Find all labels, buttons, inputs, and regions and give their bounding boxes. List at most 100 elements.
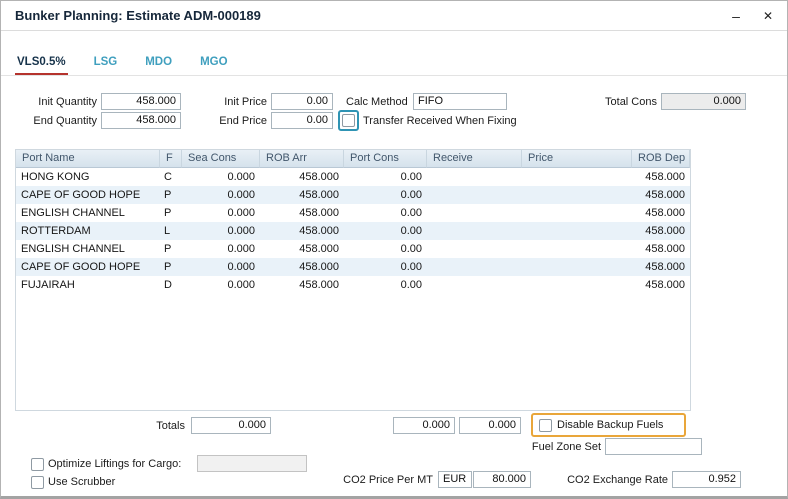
cell-rob-arr: 458.000	[260, 258, 344, 276]
table-row[interactable]: ENGLISH CHANNEL P 0.000 458.000 0.00 458…	[16, 240, 690, 258]
cell-sea-cons: 0.000	[182, 222, 260, 240]
close-icon[interactable]: ✕	[753, 1, 783, 31]
cell-sea-cons: 0.000	[182, 240, 260, 258]
col-header-sea-cons[interactable]: Sea Cons	[182, 150, 260, 168]
total-cons-field: 0.000	[661, 93, 746, 110]
cell-f: P	[160, 186, 182, 204]
cell-port-name: CAPE OF GOOD HOPE	[16, 258, 160, 276]
titlebar: Bunker Planning: Estimate ADM-000189 – ✕	[1, 1, 787, 31]
col-header-port-name[interactable]: Port Name	[16, 150, 160, 168]
calc-method-field[interactable]: FIFO	[413, 93, 507, 110]
col-header-price[interactable]: Price	[522, 150, 632, 168]
totals-label: Totals	[101, 418, 185, 435]
cell-receive	[427, 204, 522, 222]
tab-mdo[interactable]: MDO	[143, 56, 174, 75]
cell-rob-dep: 458.000	[632, 222, 690, 240]
cell-port-name: CAPE OF GOOD HOPE	[16, 186, 160, 204]
table-row[interactable]: ROTTERDAM L 0.000 458.000 0.00 458.000	[16, 222, 690, 240]
cell-f: P	[160, 258, 182, 276]
end-price-field[interactable]: 0.00	[271, 112, 333, 129]
optimize-liftings-checkbox[interactable]	[31, 458, 44, 471]
tabs-divider	[1, 75, 787, 76]
bunker-planning-dialog: Bunker Planning: Estimate ADM-000189 – ✕…	[0, 0, 788, 499]
co2-currency-field[interactable]: EUR	[438, 471, 472, 488]
cell-sea-cons: 0.000	[182, 276, 260, 294]
cell-port-name: ENGLISH CHANNEL	[16, 204, 160, 222]
cell-port-cons: 0.00	[344, 240, 427, 258]
disable-backup-fuels-label: Disable Backup Fuels	[557, 419, 663, 431]
cell-f: P	[160, 240, 182, 258]
init-quantity-label: Init Quantity	[21, 94, 97, 111]
use-scrubber-checkbox[interactable]	[31, 476, 44, 489]
table-row[interactable]: FUJAIRAH D 0.000 458.000 0.00 458.000	[16, 276, 690, 294]
table-row[interactable]: CAPE OF GOOD HOPE P 0.000 458.000 0.00 4…	[16, 186, 690, 204]
cell-f: D	[160, 276, 182, 294]
cell-price	[522, 240, 632, 258]
cell-receive	[427, 222, 522, 240]
col-header-rob-dep[interactable]: ROB Dep	[632, 150, 690, 168]
cell-rob-dep: 458.000	[632, 168, 690, 186]
col-header-receive[interactable]: Receive	[427, 150, 522, 168]
cell-port-cons: 0.00	[344, 204, 427, 222]
cell-rob-arr: 458.000	[260, 240, 344, 258]
co2-exchange-rate-field[interactable]: 0.952	[672, 471, 741, 488]
cell-sea-cons: 0.000	[182, 168, 260, 186]
table-row[interactable]: CAPE OF GOOD HOPE P 0.000 458.000 0.00 4…	[16, 258, 690, 276]
disable-backup-fuels-highlight: Disable Backup Fuels	[531, 413, 686, 437]
cell-f: L	[160, 222, 182, 240]
fuel-zone-set-label: Fuel Zone Set	[501, 439, 601, 456]
cell-port-name: FUJAIRAH	[16, 276, 160, 294]
transfer-received-highlight	[338, 110, 359, 131]
cell-f: P	[160, 204, 182, 222]
fuel-zone-set-field[interactable]	[605, 438, 702, 455]
cell-rob-arr: 458.000	[260, 168, 344, 186]
total-cons-label: Total Cons	[581, 94, 657, 111]
cell-rob-dep: 458.000	[632, 276, 690, 294]
col-header-f[interactable]: F	[160, 150, 182, 168]
fuel-tabs: VLS0.5% LSG MDO MGO	[15, 56, 230, 75]
cell-rob-arr: 458.000	[260, 204, 344, 222]
cell-rob-arr: 458.000	[260, 186, 344, 204]
table-row[interactable]: ENGLISH CHANNEL P 0.000 458.000 0.00 458…	[16, 204, 690, 222]
table-row[interactable]: HONG KONG C 0.000 458.000 0.00 458.000	[16, 168, 690, 186]
cell-sea-cons: 0.000	[182, 186, 260, 204]
cell-sea-cons: 0.000	[182, 258, 260, 276]
cell-receive	[427, 258, 522, 276]
cell-rob-dep: 458.000	[632, 258, 690, 276]
cell-rob-dep: 458.000	[632, 186, 690, 204]
cell-price	[522, 222, 632, 240]
optimize-liftings-label: Optimize Liftings for Cargo:	[48, 456, 181, 473]
col-header-port-cons[interactable]: Port Cons	[344, 150, 427, 168]
cell-receive	[427, 276, 522, 294]
cell-receive	[427, 186, 522, 204]
col-header-rob-arr[interactable]: ROB Arr	[260, 150, 344, 168]
cell-price	[522, 276, 632, 294]
cell-port-name: HONG KONG	[16, 168, 160, 186]
cell-port-cons: 0.00	[344, 276, 427, 294]
tab-lsg[interactable]: LSG	[92, 56, 120, 75]
dialog-title: Bunker Planning: Estimate ADM-000189	[15, 1, 261, 31]
bunker-ports-table: Port Name F Sea Cons ROB Arr Port Cons R…	[15, 149, 691, 411]
tab-vls05[interactable]: VLS0.5%	[15, 56, 68, 75]
cell-port-name: ENGLISH CHANNEL	[16, 240, 160, 258]
init-quantity-field[interactable]: 458.000	[101, 93, 181, 110]
cell-port-name: ROTTERDAM	[16, 222, 160, 240]
table-header-row: Port Name F Sea Cons ROB Arr Port Cons R…	[16, 150, 690, 168]
tab-mgo[interactable]: MGO	[198, 56, 229, 75]
cell-rob-arr: 458.000	[260, 276, 344, 294]
cell-receive	[427, 168, 522, 186]
end-quantity-field[interactable]: 458.000	[101, 112, 181, 129]
co2-price-field[interactable]: 80.000	[473, 471, 531, 488]
co2-exchange-rate-label: CO2 Exchange Rate	[566, 472, 668, 489]
use-scrubber-label: Use Scrubber	[48, 474, 115, 491]
init-price-field[interactable]: 0.00	[271, 93, 333, 110]
cell-price	[522, 258, 632, 276]
disable-backup-fuels-checkbox[interactable]	[539, 419, 552, 432]
transfer-received-checkbox[interactable]	[342, 114, 355, 127]
cell-price	[522, 168, 632, 186]
init-price-label: Init Price	[201, 94, 267, 111]
calc-method-label: Calc Method	[346, 94, 408, 111]
minimize-icon[interactable]: –	[721, 1, 751, 31]
totals-sea-cons-field: 0.000	[191, 417, 271, 434]
cell-price	[522, 204, 632, 222]
